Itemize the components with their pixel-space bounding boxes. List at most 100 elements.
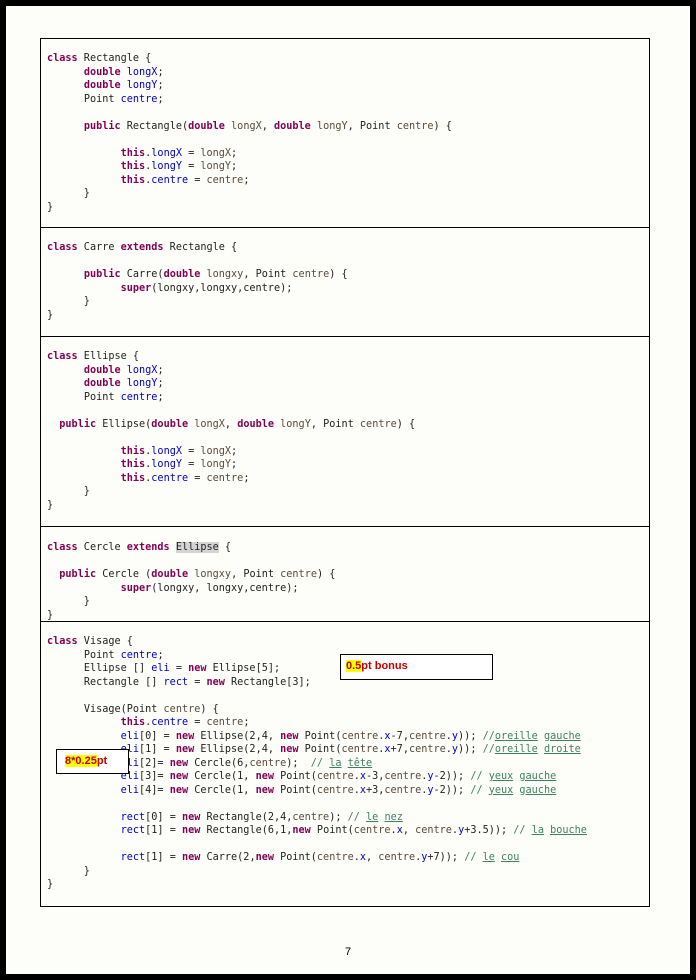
txt: Point bbox=[243, 569, 281, 580]
kw: double bbox=[83, 364, 121, 376]
param: centre bbox=[396, 120, 434, 132]
txt: Rectangle [] bbox=[83, 676, 164, 688]
code-box-cercle: class Cercle extends Ellipse { public Ce… bbox=[40, 526, 650, 622]
eli-points-highlight: 8*0.25 bbox=[65, 755, 97, 767]
kw: this bbox=[120, 174, 146, 186]
code-box-rectangle: class Rectangle { double longX; double l… bbox=[40, 38, 650, 228]
kw: extends bbox=[126, 542, 170, 553]
field: longX bbox=[126, 66, 158, 78]
bonus-highlight: 0.5 bbox=[346, 660, 362, 672]
txt: (longxy, longxy,centre); bbox=[151, 582, 299, 594]
field: longY bbox=[126, 80, 158, 91]
txt: Carre bbox=[77, 242, 121, 253]
comment-word: tête bbox=[347, 757, 373, 769]
kw: double bbox=[237, 418, 275, 430]
kw: class bbox=[47, 242, 78, 253]
param: longX bbox=[194, 418, 225, 430]
comment-word: la bbox=[329, 757, 342, 769]
field: centre bbox=[120, 391, 158, 403]
txt: Point bbox=[83, 93, 121, 105]
comment-word: la bbox=[531, 825, 544, 836]
kw: double bbox=[83, 66, 121, 78]
kw: super bbox=[120, 582, 152, 594]
comment-word: yeux bbox=[488, 784, 514, 796]
txt: (longxy,longxy,centre); bbox=[151, 282, 293, 294]
param: longxy bbox=[206, 269, 244, 280]
kw: class bbox=[47, 636, 78, 647]
kw: this bbox=[120, 472, 146, 484]
txt: Carre( bbox=[120, 269, 164, 280]
kw: double bbox=[151, 569, 189, 580]
param: centre bbox=[292, 269, 330, 280]
kw: double bbox=[188, 120, 225, 132]
comment-word: cou bbox=[501, 852, 520, 863]
comment-word: nez bbox=[384, 811, 403, 823]
code-box-carre: class Carre extends Rectangle { public C… bbox=[40, 227, 650, 337]
kw: class bbox=[47, 53, 78, 64]
txt: Point bbox=[83, 391, 121, 403]
kw: new bbox=[188, 663, 207, 674]
kw: this bbox=[120, 445, 146, 457]
txt: Point bbox=[83, 649, 121, 661]
code-carre: class Carre extends Rectangle { public C… bbox=[47, 242, 348, 321]
kw: new bbox=[206, 676, 225, 688]
bonus-note: 0.5pt bonus bbox=[340, 654, 493, 680]
kw: super bbox=[120, 282, 152, 294]
kw: public bbox=[83, 120, 121, 132]
txt: Point bbox=[323, 418, 360, 430]
kw: class bbox=[47, 542, 78, 553]
comment-word: oreille bbox=[494, 730, 538, 742]
txt: Ellipse [] bbox=[83, 663, 152, 674]
param: longxy bbox=[194, 569, 232, 580]
kw: double bbox=[83, 378, 121, 389]
kw: this bbox=[120, 717, 146, 728]
txt: Point bbox=[359, 120, 397, 132]
param: centre bbox=[163, 703, 201, 715]
param: longY bbox=[280, 418, 311, 430]
kw: public bbox=[59, 569, 97, 580]
txt: Cercle ( bbox=[96, 569, 152, 580]
field: centre bbox=[120, 649, 158, 661]
comment-word: gauche bbox=[519, 784, 557, 796]
code-cercle: class Cercle extends Ellipse { public Ce… bbox=[47, 542, 336, 621]
txt: Rectangle( bbox=[120, 120, 189, 132]
code-ellipse: class Ellipse { double longX; double lon… bbox=[47, 351, 416, 511]
code-box-ellipse: class Ellipse { double longX; double lon… bbox=[40, 336, 650, 527]
field: rect bbox=[163, 676, 189, 688]
comment-word: yeux bbox=[488, 771, 514, 782]
field: longY bbox=[126, 378, 158, 389]
field: centre bbox=[120, 93, 158, 105]
kw: this bbox=[120, 161, 146, 172]
kw: public bbox=[59, 418, 97, 430]
comment-word: bouche bbox=[550, 825, 587, 836]
txt: Visage { bbox=[77, 636, 133, 647]
page-number: 7 bbox=[344, 946, 352, 958]
kw: double bbox=[163, 269, 201, 280]
txt: Point bbox=[255, 269, 293, 280]
comment-word: le bbox=[482, 852, 495, 863]
kw: double bbox=[83, 80, 121, 91]
field: longX bbox=[126, 364, 158, 376]
txt: Rectangle { bbox=[77, 53, 152, 64]
comment-word: gauche bbox=[543, 730, 581, 742]
txt: Cercle bbox=[77, 542, 127, 553]
txt: Ellipse( bbox=[96, 418, 152, 430]
kw: double bbox=[274, 120, 311, 132]
param: centre bbox=[359, 418, 397, 430]
code-rectangle: class Rectangle { double longX; double l… bbox=[47, 53, 452, 213]
kw: class bbox=[47, 351, 78, 362]
comment-word: le bbox=[366, 811, 379, 823]
param: centre bbox=[280, 569, 317, 580]
comment-word: gauche bbox=[519, 771, 557, 782]
eli-points-text: pt bbox=[96, 755, 108, 767]
param: longY bbox=[316, 120, 348, 132]
bonus-text: pt bonus bbox=[361, 660, 408, 672]
kw: this bbox=[120, 459, 146, 470]
eli-points-note: 8*0.25pt bbox=[56, 749, 129, 774]
txt: Ellipse[5]; bbox=[206, 663, 281, 674]
txt: Ellipse { bbox=[77, 351, 140, 362]
field: eli bbox=[151, 663, 170, 674]
highlighted-ellipse: Ellipse bbox=[175, 542, 219, 553]
kw: extends bbox=[120, 242, 164, 253]
comment-word: oreille bbox=[494, 744, 538, 755]
